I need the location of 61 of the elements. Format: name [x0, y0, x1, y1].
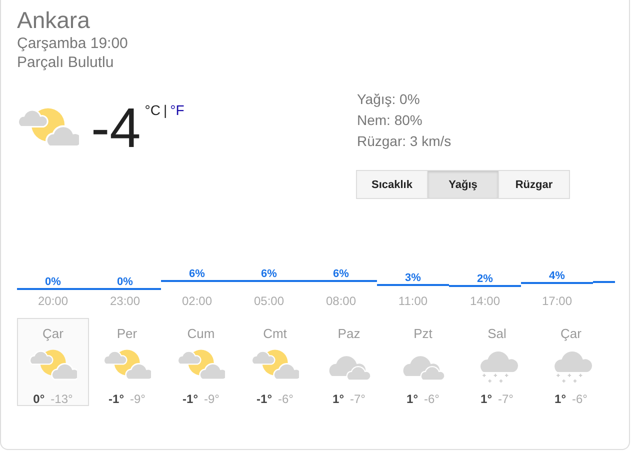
temperature: -4 — [91, 100, 141, 156]
high-temperature: 1° — [406, 392, 418, 406]
high-temperature: -1° — [256, 392, 272, 406]
day-name: Paz — [338, 326, 360, 341]
chart-tab[interactable]: Yağış — [427, 170, 499, 199]
low-temperature: -6° — [424, 392, 440, 406]
hour-label: 11:00 — [397, 293, 429, 310]
unit-link[interactable]: °C — [144, 102, 161, 118]
chart-tab[interactable]: Sıcaklık — [356, 170, 428, 199]
precipitation-value: 4% — [548, 270, 566, 282]
precipitation-value: 6% — [188, 268, 206, 280]
day-forecast[interactable]: Çar 1° -6° — [535, 318, 607, 406]
high-temperature: 1° — [480, 392, 492, 406]
weather-detail: Yağış: 0% — [357, 90, 421, 109]
precipitation-value: 2% — [476, 273, 494, 286]
day-forecast[interactable]: Paz 1° -7° — [313, 318, 385, 406]
day-forecast[interactable]: Cum -1° -9° — [165, 318, 237, 406]
day-name: Cmt — [263, 326, 287, 341]
high-temperature: 0° — [33, 392, 45, 406]
precipitation-value: 0% — [44, 276, 62, 288]
day-forecast[interactable]: Çar 0° -13° — [17, 318, 89, 406]
hour-label: 14:00 — [468, 293, 502, 310]
hour-label: 17:00 — [540, 293, 574, 310]
day-name: Çar — [560, 326, 582, 341]
low-temperature: -9° — [204, 392, 220, 406]
condition: Parçalı Bulutlu — [17, 53, 115, 72]
day-forecast[interactable]: Pzt 1° -6° — [387, 318, 459, 406]
high-temperature: 1° — [554, 392, 566, 406]
hour-label: 02:00 — [180, 293, 214, 310]
day-name: Pzt — [414, 326, 432, 341]
high-temperature: -1° — [108, 392, 124, 406]
weather-detail: Rüzgar: 3 km/s — [357, 132, 452, 151]
high-temperature: -1° — [182, 392, 198, 406]
hour-label: 05:00 — [252, 293, 286, 310]
day-forecast[interactable]: Per -1° -9° — [91, 318, 163, 406]
precipitation-value: 6% — [332, 268, 350, 280]
city-name: Ankara — [17, 6, 91, 34]
low-temperature: -6° — [572, 392, 588, 406]
precipitation-value: 6% — [260, 268, 278, 280]
day-forecast[interactable]: Cmt -1° -6° — [239, 318, 311, 406]
day-forecast[interactable]: Sal 1° -7° — [461, 318, 533, 406]
chart-tab[interactable]: Rüzgar — [498, 170, 570, 199]
low-temperature: -6° — [278, 392, 294, 406]
low-temperature: -7° — [350, 392, 366, 406]
day-name: Sal — [488, 326, 506, 341]
hour-label: 20:00 — [36, 293, 70, 310]
low-temperature: -13° — [50, 392, 73, 406]
day-name: Çar — [42, 326, 64, 341]
date-time: Çarşamba 19:00 — [17, 34, 129, 53]
low-temperature: -9° — [130, 392, 146, 406]
unit-link[interactable]: °F — [170, 102, 184, 118]
weather-detail: Nem: 80% — [357, 111, 424, 130]
day-name: Cum — [187, 326, 215, 341]
low-temperature: -7° — [498, 392, 514, 406]
hour-label: 08:00 — [324, 293, 358, 310]
precipitation-value: 3% — [404, 272, 422, 284]
precipitation-value: 0% — [116, 276, 134, 288]
unit-separator: | — [164, 102, 168, 118]
day-name: Per — [116, 326, 138, 341]
hour-label: 23:00 — [108, 293, 142, 310]
high-temperature: 1° — [332, 392, 344, 406]
